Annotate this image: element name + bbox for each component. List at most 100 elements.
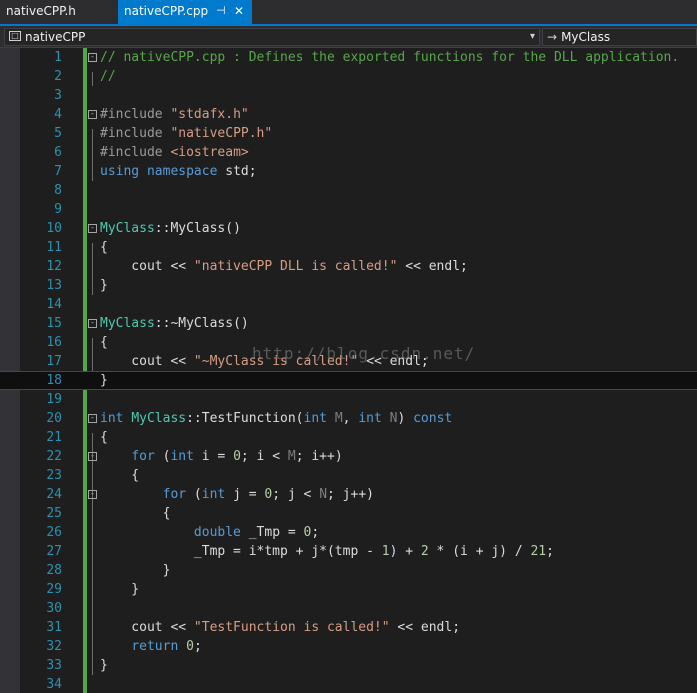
line-number: 33 bbox=[46, 658, 62, 673]
code-line: 26 double _Tmp = 0; bbox=[0, 523, 697, 542]
code-line: 33} bbox=[0, 656, 697, 675]
line-number: 24 bbox=[46, 487, 62, 502]
code-text: { bbox=[100, 468, 140, 483]
code-text: #include "nativeCPP.h" bbox=[100, 126, 273, 141]
line-number: 3 bbox=[54, 88, 62, 103]
line-number: 18 bbox=[46, 373, 62, 388]
code-text: cout << "nativeCPP DLL is called!" << en… bbox=[100, 259, 468, 274]
code-line: 5 #include "nativeCPP.h" bbox=[0, 124, 697, 143]
code-line: 29 } bbox=[0, 580, 697, 599]
code-line: 27 _Tmp = i*tmp + j*(tmp - 1) + 2 * (i +… bbox=[0, 542, 697, 561]
collapse-icon[interactable]: - bbox=[88, 224, 97, 233]
code-line: 1 -// nativeCPP.cpp : Defines the exporte… bbox=[0, 48, 697, 67]
line-number: 28 bbox=[46, 563, 62, 578]
code-line: 15 - MyClass::~MyClass() bbox=[0, 314, 697, 333]
code-line: 14 bbox=[0, 295, 697, 314]
code-line: 34 bbox=[0, 675, 697, 693]
line-number: 5 bbox=[54, 126, 62, 141]
code-text: return 0; bbox=[131, 639, 202, 654]
line-number: 27 bbox=[46, 544, 62, 559]
line-number: 17 bbox=[46, 354, 62, 369]
collapse-icon[interactable]: - bbox=[88, 110, 97, 119]
code-line: 7 using namespace std; bbox=[0, 162, 697, 181]
code-line: 24 - for (int j = 0; j < N; j++) bbox=[0, 485, 697, 504]
collapse-icon[interactable]: - bbox=[88, 53, 97, 62]
close-icon[interactable]: ✕ bbox=[234, 0, 244, 22]
line-number: 34 bbox=[46, 677, 62, 692]
pin-icon[interactable]: ⊣ bbox=[216, 0, 226, 22]
line-number: 23 bbox=[46, 468, 62, 483]
line-number: 4 bbox=[54, 107, 62, 122]
line-number: 6 bbox=[54, 145, 62, 160]
tab-label: nativeCPP.h bbox=[6, 4, 76, 18]
line-number: 1 bbox=[54, 50, 62, 65]
tab-label: nativeCPP.cpp bbox=[124, 4, 209, 18]
code-text: double _Tmp = 0; bbox=[193, 525, 320, 540]
arrow-right-icon: → bbox=[547, 30, 558, 44]
line-number: 19 bbox=[46, 392, 62, 407]
navigation-bar: □ nativeCPP ▾ → MyClass bbox=[0, 26, 697, 48]
code-text: MyClass::MyClass() bbox=[100, 221, 241, 236]
line-number: 32 bbox=[46, 639, 62, 654]
code-line: 10 - MyClass::MyClass() bbox=[0, 219, 697, 238]
code-line: 28 } bbox=[0, 561, 697, 580]
code-text: } bbox=[100, 563, 171, 578]
code-text: #include "stdafx.h" bbox=[100, 107, 249, 122]
code-line: 8 bbox=[0, 181, 697, 200]
collapse-icon[interactable]: - bbox=[88, 490, 97, 499]
code-line: 25 { bbox=[0, 504, 697, 523]
line-number: 7 bbox=[54, 164, 62, 179]
code-text: { bbox=[100, 506, 171, 521]
line-number: 26 bbox=[46, 525, 62, 540]
code-editor[interactable]: 1-// nativeCPP.cpp : Defines the exporte… bbox=[0, 48, 697, 693]
line-number: 25 bbox=[46, 506, 62, 521]
line-number: 11 bbox=[46, 240, 62, 255]
code-line: 13} bbox=[0, 276, 697, 295]
code-line: 31 cout << "TestFunction is called!" << … bbox=[0, 618, 697, 637]
line-number: 29 bbox=[46, 582, 62, 597]
line-number: 13 bbox=[46, 278, 62, 293]
code-line: 12 cout << "nativeCPP DLL is called!" <<… bbox=[0, 257, 697, 276]
code-line: 32 return 0; bbox=[0, 637, 697, 656]
code-text: MyClass::~MyClass() bbox=[100, 316, 249, 331]
code-text: // nativeCPP.cpp : Defines the exported … bbox=[100, 50, 680, 65]
scope-dropdown[interactable]: → MyClass bbox=[542, 28, 697, 46]
code-line: 2 // bbox=[0, 67, 697, 86]
line-number: 10 bbox=[46, 221, 62, 236]
code-line: 22 - for (int i = 0; i < M; i++) bbox=[0, 447, 697, 466]
line-number: 12 bbox=[46, 259, 62, 274]
code-line: 20 - int MyClass::TestFunction(int M, int … bbox=[0, 409, 697, 428]
line-number: 31 bbox=[46, 620, 62, 635]
line-number: 20 bbox=[46, 411, 62, 426]
code-text: { bbox=[100, 430, 108, 445]
code-line-current: 18} bbox=[0, 371, 697, 390]
collapse-icon[interactable]: - bbox=[88, 452, 97, 461]
document-tab-bar: nativeCPP.h nativeCPP.cpp ⊣ ✕ bbox=[0, 0, 697, 26]
line-number: 2 bbox=[54, 69, 62, 84]
code-line: 19 bbox=[0, 390, 697, 409]
code-text: using namespace std; bbox=[100, 164, 257, 179]
scope-label: MyClass bbox=[561, 30, 611, 44]
code-line: 9 bbox=[0, 200, 697, 219]
line-number: 30 bbox=[46, 601, 62, 616]
collapse-icon[interactable]: - bbox=[88, 319, 97, 328]
code-line: 21 { bbox=[0, 428, 697, 447]
collapse-icon[interactable]: - bbox=[88, 414, 97, 423]
code-text: } bbox=[100, 373, 108, 388]
code-line: 23 { bbox=[0, 466, 697, 485]
tab-nativecpp-h[interactable]: nativeCPP.h bbox=[0, 0, 118, 24]
code-text: cout << "TestFunction is called!" << end… bbox=[100, 620, 461, 635]
line-number: 15 bbox=[46, 316, 62, 331]
watermark: http://blog.csdn.net/ bbox=[252, 344, 476, 363]
project-dropdown[interactable]: □ nativeCPP ▾ bbox=[4, 28, 540, 46]
code-line: 11 { bbox=[0, 238, 697, 257]
tab-nativecpp-cpp[interactable]: nativeCPP.cpp ⊣ ✕ bbox=[118, 0, 252, 24]
line-number: 14 bbox=[46, 297, 62, 312]
line-number: 9 bbox=[54, 202, 62, 217]
chevron-down-icon: ▾ bbox=[529, 31, 535, 42]
code-text: { bbox=[100, 335, 108, 350]
line-number: 8 bbox=[54, 183, 62, 198]
code-text: } bbox=[100, 658, 108, 673]
code-text: } bbox=[100, 278, 108, 293]
project-label: nativeCPP bbox=[25, 30, 86, 44]
